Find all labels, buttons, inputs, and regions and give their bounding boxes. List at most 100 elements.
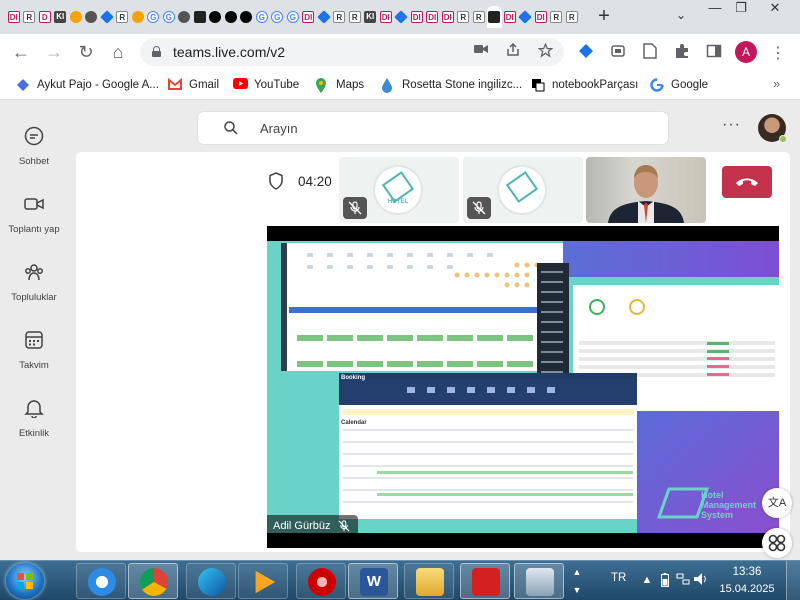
remote-desktop-icon[interactable] (514, 563, 564, 599)
extension-icon[interactable] (577, 43, 595, 61)
address-bar[interactable]: teams.live.com/v2 (140, 38, 564, 66)
browser-tab[interactable]: R (549, 6, 565, 28)
browser-tab[interactable]: R (115, 6, 131, 28)
lock-icon[interactable] (152, 46, 161, 57)
participant-tile[interactable] (463, 157, 583, 223)
restore-button[interactable]: ❐ (726, 0, 756, 18)
participant-tile[interactable]: HOTEL (339, 157, 459, 223)
bookmark-notebook[interactable]: notebookParçası (531, 77, 638, 93)
start-button[interactable] (6, 563, 44, 599)
more-options-button[interactable]: ··· (722, 116, 741, 134)
browser-tab[interactable]: D (37, 6, 53, 28)
profile-avatar[interactable]: A (735, 41, 757, 63)
browser-tab[interactable]: DI (409, 6, 425, 28)
browser-tab[interactable] (84, 6, 100, 28)
browser-tab[interactable]: KI (363, 6, 379, 28)
network-icon[interactable] (676, 573, 690, 587)
browser-tab[interactable] (486, 6, 502, 28)
clock-date[interactable]: 15.04.2025 (716, 583, 778, 595)
camera-icon[interactable] (472, 43, 490, 61)
browser-tab[interactable]: DI (533, 6, 549, 28)
bookmark-maps[interactable]: Maps (315, 77, 364, 93)
page-icon[interactable] (641, 43, 659, 61)
participant-video-tile[interactable] (586, 157, 706, 223)
rail-item-calendar[interactable]: Takvim (0, 312, 68, 372)
browser-tab[interactable]: R (456, 6, 472, 28)
reload-button[interactable]: ↻ (74, 40, 98, 64)
apps-icon[interactable] (762, 528, 792, 558)
browser-tab[interactable]: R (332, 6, 348, 28)
media-player-icon[interactable] (238, 563, 288, 599)
rail-item-meet[interactable]: Toplantı yap (0, 176, 68, 236)
shared-screen[interactable]: Booking Calendar Hotel Management System… (267, 226, 779, 548)
bookmark-youtube[interactable]: YouTube (233, 77, 299, 93)
acrobat-icon[interactable] (460, 563, 510, 599)
browser-tab[interactable]: G (161, 6, 177, 28)
ie-icon[interactable] (76, 563, 126, 599)
browser-tab[interactable] (316, 6, 332, 28)
browser-menu-icon[interactable]: ⋮ (769, 43, 787, 62)
bookmark-google[interactable]: Google (650, 77, 708, 93)
clock-time[interactable]: 13:36 (720, 566, 774, 578)
browser-tab[interactable]: R (471, 6, 487, 28)
browser-tab[interactable]: G (254, 6, 270, 28)
browser-tab[interactable]: G (146, 6, 162, 28)
security-icon[interactable] (296, 563, 346, 599)
share-icon[interactable] (504, 42, 522, 61)
close-window-button[interactable]: ✕ (760, 0, 790, 18)
browser-tab[interactable]: DI (502, 6, 518, 28)
browser-tab[interactable]: KI (53, 6, 69, 28)
puzzle-icon[interactable] (673, 43, 691, 61)
home-button[interactable]: ⌂ (106, 40, 130, 64)
browser-tab[interactable]: G (285, 6, 301, 28)
browser-tab[interactable]: R (347, 6, 363, 28)
browser-tab[interactable]: DI (6, 6, 22, 28)
browser-tab[interactable] (99, 6, 115, 28)
bookmark-gmail[interactable]: Gmail (168, 77, 219, 93)
rail-item-activity[interactable]: Etkinlik (0, 380, 68, 440)
shield-icon[interactable] (268, 172, 284, 190)
browser-tab[interactable]: DI (440, 6, 456, 28)
browser-tab[interactable] (130, 6, 146, 28)
browser-tab[interactable]: DI (425, 6, 441, 28)
search-box[interactable] (198, 112, 668, 144)
bookmark-aykut[interactable]: Aykut Pajo - Google A... (16, 77, 159, 93)
browser-tab[interactable] (394, 6, 410, 28)
word-icon[interactable]: W (348, 563, 398, 599)
sidepanel-icon[interactable] (705, 43, 723, 61)
show-hidden-icons[interactable]: ▲ (640, 573, 654, 587)
browser-tab[interactable]: DI (378, 6, 394, 28)
taskbar-scroll[interactable]: ▲ ▼ (570, 563, 584, 599)
show-desktop-button[interactable] (786, 561, 800, 600)
battery-icon[interactable] (658, 573, 672, 587)
tab-search-button[interactable]: ⌄ (672, 8, 690, 26)
new-tab-button[interactable]: + (594, 6, 614, 28)
forward-button[interactable]: → (42, 40, 66, 64)
rail-item-chat[interactable]: Sohbet (0, 108, 68, 168)
translate-icon[interactable]: 文A (762, 488, 792, 518)
explorer-icon[interactable] (404, 563, 454, 599)
browser-tab[interactable] (208, 6, 224, 28)
browser-tab[interactable]: R (564, 6, 580, 28)
browser-tab[interactable] (518, 6, 534, 28)
rail-item-communities[interactable]: Topluluklar (0, 244, 68, 304)
url-text[interactable]: teams.live.com/v2 (173, 44, 285, 60)
chrome-icon[interactable] (128, 563, 178, 599)
edge-icon[interactable] (186, 563, 236, 599)
browser-tab[interactable] (223, 6, 239, 28)
star-icon[interactable] (536, 42, 554, 61)
bookmarks-overflow-button[interactable]: » (773, 76, 780, 91)
search-input[interactable] (260, 119, 640, 137)
back-button[interactable]: ← (9, 40, 33, 64)
browser-tab[interactable] (192, 6, 208, 28)
browser-tab[interactable] (239, 6, 255, 28)
hang-up-button[interactable] (722, 166, 772, 198)
browser-tab[interactable] (177, 6, 193, 28)
volume-icon[interactable] (694, 573, 708, 587)
browser-tab[interactable] (68, 6, 84, 28)
browser-tab[interactable]: R (22, 6, 38, 28)
office-icon[interactable] (609, 43, 627, 61)
browser-tab[interactable]: G (270, 6, 286, 28)
browser-tab[interactable]: DI (301, 6, 317, 28)
input-language[interactable]: TR (611, 572, 626, 584)
